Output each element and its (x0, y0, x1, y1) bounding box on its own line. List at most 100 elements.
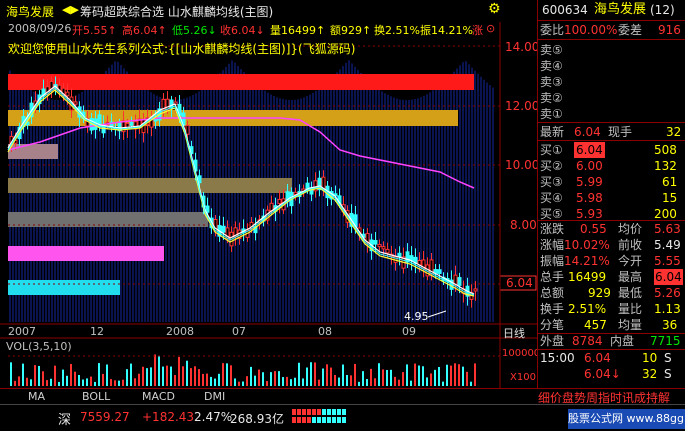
buy-vol: 508 (654, 143, 677, 157)
volume-bar (74, 371, 76, 386)
stat-row: 分笔 457 均量 36 (538, 317, 684, 333)
tab-boll[interactable]: BOLL (82, 390, 110, 403)
sell-label: 卖② (540, 91, 563, 105)
candle (473, 288, 478, 292)
date-tick: 09 (402, 325, 416, 338)
volume-bar (102, 373, 104, 386)
stat-label: 总手 (540, 270, 565, 284)
volume-bar (450, 365, 452, 386)
site-watermark: 股票公式网 www.88gg.com (568, 409, 685, 429)
volume-bar (410, 380, 412, 386)
weibi-row: 委比 100.00% 委差 916 (538, 22, 684, 38)
kline-chart[interactable] (0, 0, 537, 388)
tab-macd[interactable]: MACD (142, 390, 175, 403)
volume-bar (46, 380, 48, 386)
candle (457, 277, 462, 286)
indicator-tabs: MA BOLL MACD DMI 细价盘势周指时讯成持解 (0, 388, 685, 405)
stat-value: 10.02% (564, 238, 610, 252)
volume-bar (194, 366, 196, 386)
stat-value: 5.26 (654, 286, 681, 300)
volume-bar (82, 379, 84, 386)
index-amount: 268.93亿 (230, 412, 284, 426)
stat-value-highlight: 6.04 (654, 269, 683, 285)
quote-amount: 额929↑ (330, 24, 372, 37)
volume-bar (42, 371, 44, 386)
period-label[interactable]: 日线 (503, 325, 525, 341)
tab-dmi[interactable]: DMI (204, 390, 225, 403)
date-tick: 2007 (8, 325, 36, 338)
volume-bar (106, 364, 108, 386)
volume-bar (390, 369, 392, 386)
stat-label: 均价 (618, 222, 643, 236)
volume-bar (214, 378, 216, 386)
status-bar: 深 7559.27 +182.43 2.47% 268.93亿 股票公式网 ww… (0, 404, 685, 431)
volume-bar (150, 367, 152, 386)
sell-label: 卖① (540, 107, 563, 121)
gear-icon[interactable]: ⚙ (488, 1, 501, 17)
volume-bar (230, 365, 232, 386)
volume-bar (434, 369, 436, 386)
volume-bar (470, 381, 472, 386)
volume-bar (346, 374, 348, 386)
volume-bar (62, 369, 64, 386)
stat-row: 涨跌 0.55 均价 5.63 (538, 221, 684, 237)
volume-bar (226, 363, 228, 386)
buy-vol: 61 (662, 175, 678, 189)
volume-bar (474, 363, 476, 386)
volume-bar (86, 378, 88, 386)
volume-bar (30, 379, 32, 386)
index-value: 7559.27 (80, 410, 130, 424)
volume-bar (262, 372, 264, 386)
quote-amplitude: 振14.21% (420, 24, 473, 37)
panel-num: (12) (650, 3, 675, 17)
volume-bar (462, 366, 464, 386)
buy-price: 5.98 (576, 191, 603, 205)
candle (73, 101, 78, 105)
tick-flag: S (664, 367, 672, 381)
buy-row: 买② 6.00 132 (538, 158, 684, 174)
last-label: 最新 (540, 125, 565, 139)
arrows-icon[interactable]: ◀▶ (62, 3, 79, 16)
volume-bar (378, 363, 380, 386)
volume-bar (146, 368, 148, 386)
stat-value: 457 (584, 318, 607, 332)
volume-bar (338, 377, 340, 386)
volume-bar (382, 369, 384, 386)
tab-ma[interactable]: MA (28, 390, 45, 403)
volume-bar (278, 371, 280, 386)
stat-row: 换手 2.51% 量比 1.13 (538, 301, 684, 317)
volume-bar (58, 381, 60, 386)
stat-row: 总额 929 最低 5.26 (538, 285, 684, 301)
welcome-text: 欢迎您使用山水先生系列公式:{[山水麒麟均线(主图)]}(飞狐源码) (8, 42, 356, 56)
volume-bar (186, 360, 188, 386)
stat-label: 前收 (618, 238, 643, 252)
stat-label: 换手 (540, 302, 565, 316)
chart-area[interactable]: 海鸟发展 ◀▶ 筹码超跌综合选 山水麒麟均线(主图) ⚙ 2008/09/26 … (0, 0, 540, 388)
volume-bar (158, 355, 160, 386)
vol-label: VOL(3,5,10) (6, 340, 72, 353)
volume-bar (270, 372, 272, 386)
inner-label: 内盘 (610, 334, 635, 348)
volume-bar (166, 365, 168, 386)
volume-bar (98, 363, 100, 386)
volume-bar (142, 366, 144, 386)
index-pct: 2.47% (194, 410, 233, 424)
formula-title: 筹码超跌综合选 山水麒麟均线(主图) (80, 5, 274, 19)
tick-row: 6.04↓ 32 S (538, 366, 684, 382)
volume-bar (442, 381, 444, 386)
mini-bars (292, 409, 346, 423)
volume-bar (154, 354, 156, 386)
stat-label: 分笔 (540, 318, 565, 332)
volume-bar (322, 368, 324, 386)
price-tick: 8.00 (510, 218, 537, 232)
volume-bar (370, 368, 372, 386)
quote-close: 收6.04↓ (220, 24, 265, 37)
buy-vol: 132 (654, 159, 677, 173)
candle (221, 225, 226, 233)
outer-value: 8784 (572, 334, 603, 348)
panel-header: 600634 海鸟发展 (12) (538, 2, 684, 18)
volume-bar (110, 379, 112, 386)
tick-vol: 10 (642, 351, 658, 365)
quote-panel: 600634 海鸟发展 (12) 委比 100.00% 委差 916 卖⑤ 卖④… (537, 0, 685, 388)
stat-row: 振幅 14.21% 今开 5.55 (538, 253, 684, 269)
